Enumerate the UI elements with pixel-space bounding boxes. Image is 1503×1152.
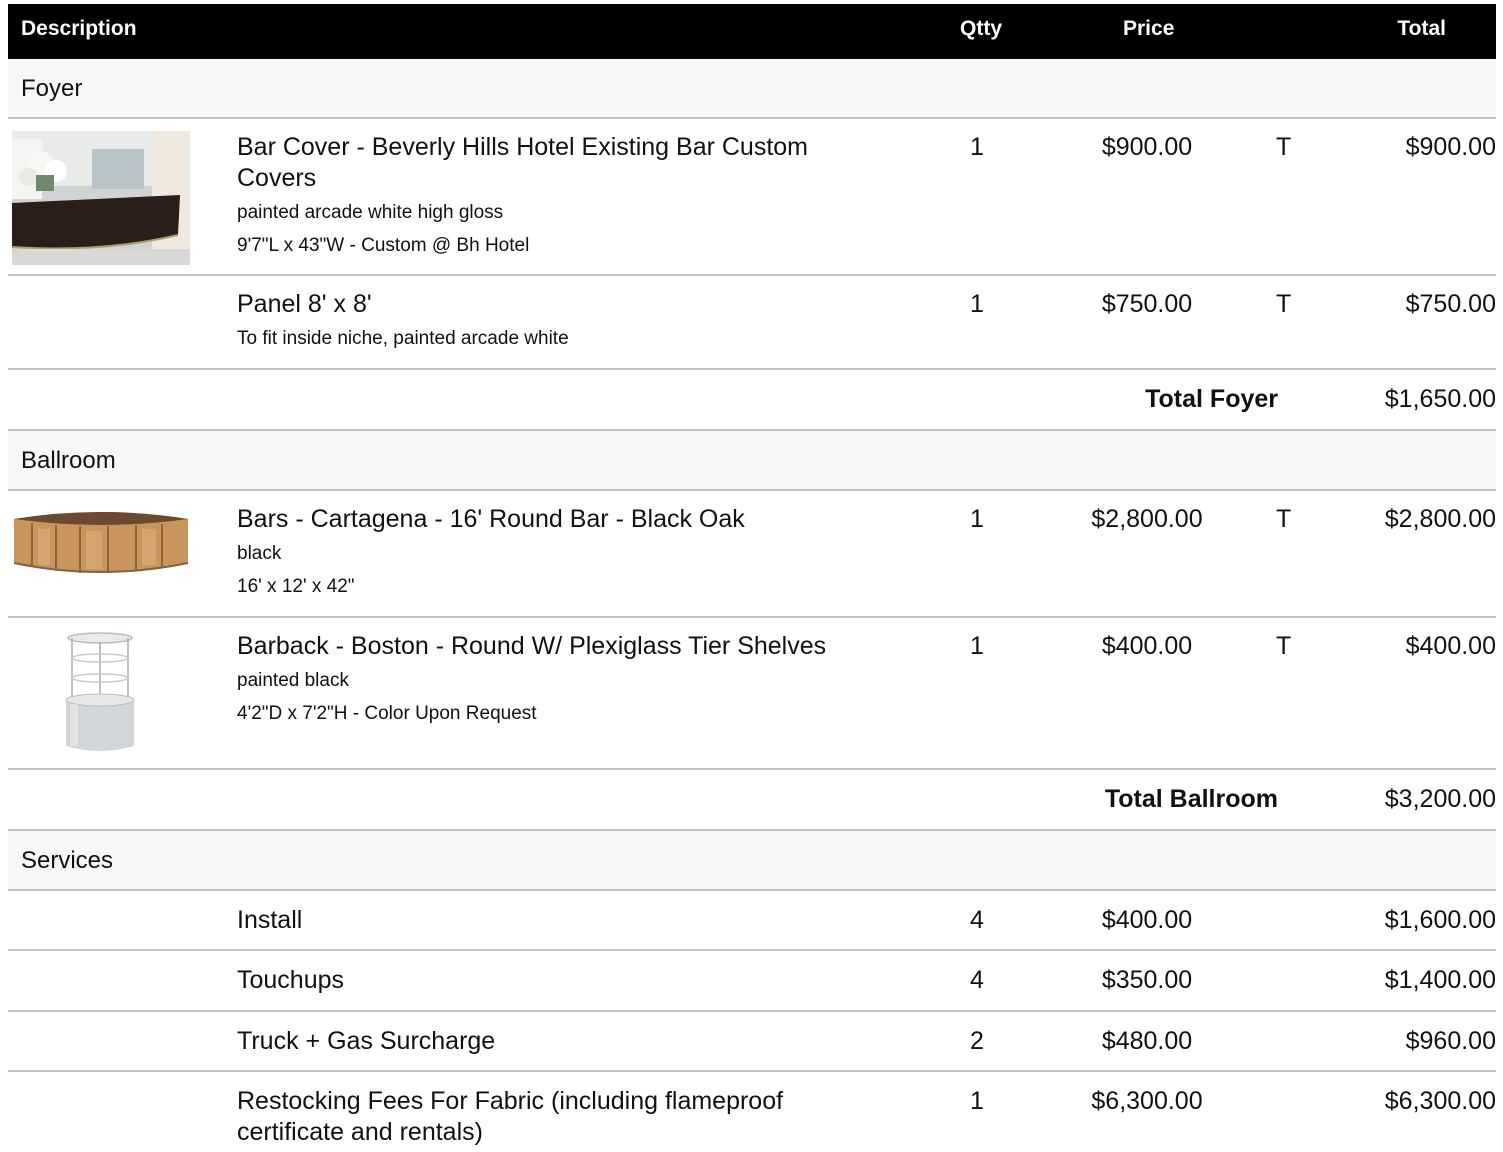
item-qty: 1 (970, 505, 984, 533)
line-item: Restocking Fees For Fabric (including fl… (8, 1072, 1496, 1152)
item-total: $960.00 (1405, 1027, 1496, 1055)
line-item: Panel 8' x 8' To fit inside niche, paint… (8, 276, 1496, 370)
item-tax-flag: T (1276, 290, 1292, 318)
subtotal-value: $1,650.00 (1384, 385, 1496, 413)
item-title: Barback - Boston - Round W/ Plexiglass T… (237, 632, 827, 660)
item-qty: 2 (970, 1027, 984, 1055)
header-description: Description (21, 17, 137, 40)
item-tax-flag: T (1276, 505, 1292, 533)
item-title: Install (237, 906, 303, 934)
item-total: $400.00 (1405, 632, 1496, 660)
line-item: Barback - Boston - Round W/ Plexiglass T… (8, 618, 1496, 770)
item-title: Touchups (237, 966, 345, 994)
subtotal-label: Total Foyer (1145, 385, 1278, 413)
header-total: Total (1397, 17, 1446, 40)
line-item: Install 4 $400.00 $1,600.00 (8, 891, 1496, 951)
item-dimensions: 9'7"L x 43"W - Custom @ Bh Hotel (237, 235, 530, 256)
item-qty: 1 (970, 290, 984, 318)
item-price: $750.00 (1101, 290, 1193, 318)
item-total: $1,600.00 (1384, 906, 1496, 934)
item-finish: To fit inside niche, painted arcade whit… (237, 328, 569, 349)
section-header-services: Services (8, 831, 1496, 891)
item-finish: painted arcade white high gloss (237, 202, 504, 223)
line-item: Touchups 4 $350.00 $1,400.00 (8, 951, 1496, 1012)
item-dimensions: 16' x 12' x 42" (237, 576, 355, 597)
bar-cover-image (12, 131, 190, 265)
table-header: Description Qtty Price Total (8, 4, 1496, 59)
item-total: $2,800.00 (1384, 505, 1496, 533)
item-title: Panel 8' x 8' (237, 290, 372, 318)
item-qty: 4 (970, 966, 984, 994)
item-price: $400.00 (1101, 906, 1193, 934)
item-qty: 4 (970, 906, 984, 934)
subtotal-value: $3,200.00 (1384, 785, 1496, 813)
quote-table: Description Qtty Price Total Foyer Bar C… (8, 4, 1496, 1152)
item-title: Truck + Gas Surcharge (237, 1027, 496, 1055)
section-subtotal-foyer: Total Foyer $1,650.00 (8, 370, 1496, 431)
item-tax-flag: T (1276, 133, 1292, 161)
item-price: $480.00 (1101, 1027, 1193, 1055)
item-price: $2,800.00 (1091, 505, 1203, 533)
item-qty: 1 (970, 632, 984, 660)
section-title: Foyer (21, 75, 83, 102)
item-price: $350.00 (1101, 966, 1193, 994)
item-total: $900.00 (1405, 133, 1496, 161)
item-qty: 1 (970, 133, 984, 161)
item-finish: painted black (237, 670, 349, 691)
item-total: $750.00 (1405, 290, 1496, 318)
item-title: Restocking Fees For Fabric (including fl… (237, 1087, 784, 1146)
section-subtotal-ballroom: Total Ballroom $3,200.00 (8, 770, 1496, 831)
header-price: Price (1123, 17, 1175, 40)
subtotal-label: Total Ballroom (1104, 785, 1278, 813)
line-item: Bars - Cartagena - 16' Round Bar - Black… (8, 491, 1496, 618)
line-item: Truck + Gas Surcharge 2 $480.00 $960.00 (8, 1012, 1496, 1072)
line-item: Bar Cover - Beverly Hills Hotel Existing… (8, 119, 1496, 276)
item-total: $1,400.00 (1384, 966, 1496, 994)
item-price: $400.00 (1101, 632, 1193, 660)
round-bar-image (12, 505, 190, 579)
item-dimensions: 4'2"D x 7'2"H - Color Upon Request (237, 703, 537, 724)
barback-image (62, 632, 138, 758)
section-title: Ballroom (21, 447, 116, 474)
item-price: $900.00 (1101, 133, 1193, 161)
section-header-foyer: Foyer (8, 59, 1496, 119)
item-total: $6,300.00 (1384, 1087, 1496, 1115)
item-price: $6,300.00 (1091, 1087, 1203, 1115)
item-title: Bar Cover - Beverly Hills Hotel Existing… (237, 133, 808, 192)
item-finish: black (237, 543, 282, 564)
section-title: Services (21, 847, 114, 874)
item-title: Bars - Cartagena - 16' Round Bar - Black… (237, 505, 745, 533)
section-header-ballroom: Ballroom (8, 431, 1496, 491)
header-qty: Qtty (960, 17, 1002, 40)
item-qty: 1 (970, 1087, 984, 1115)
item-tax-flag: T (1276, 632, 1292, 660)
